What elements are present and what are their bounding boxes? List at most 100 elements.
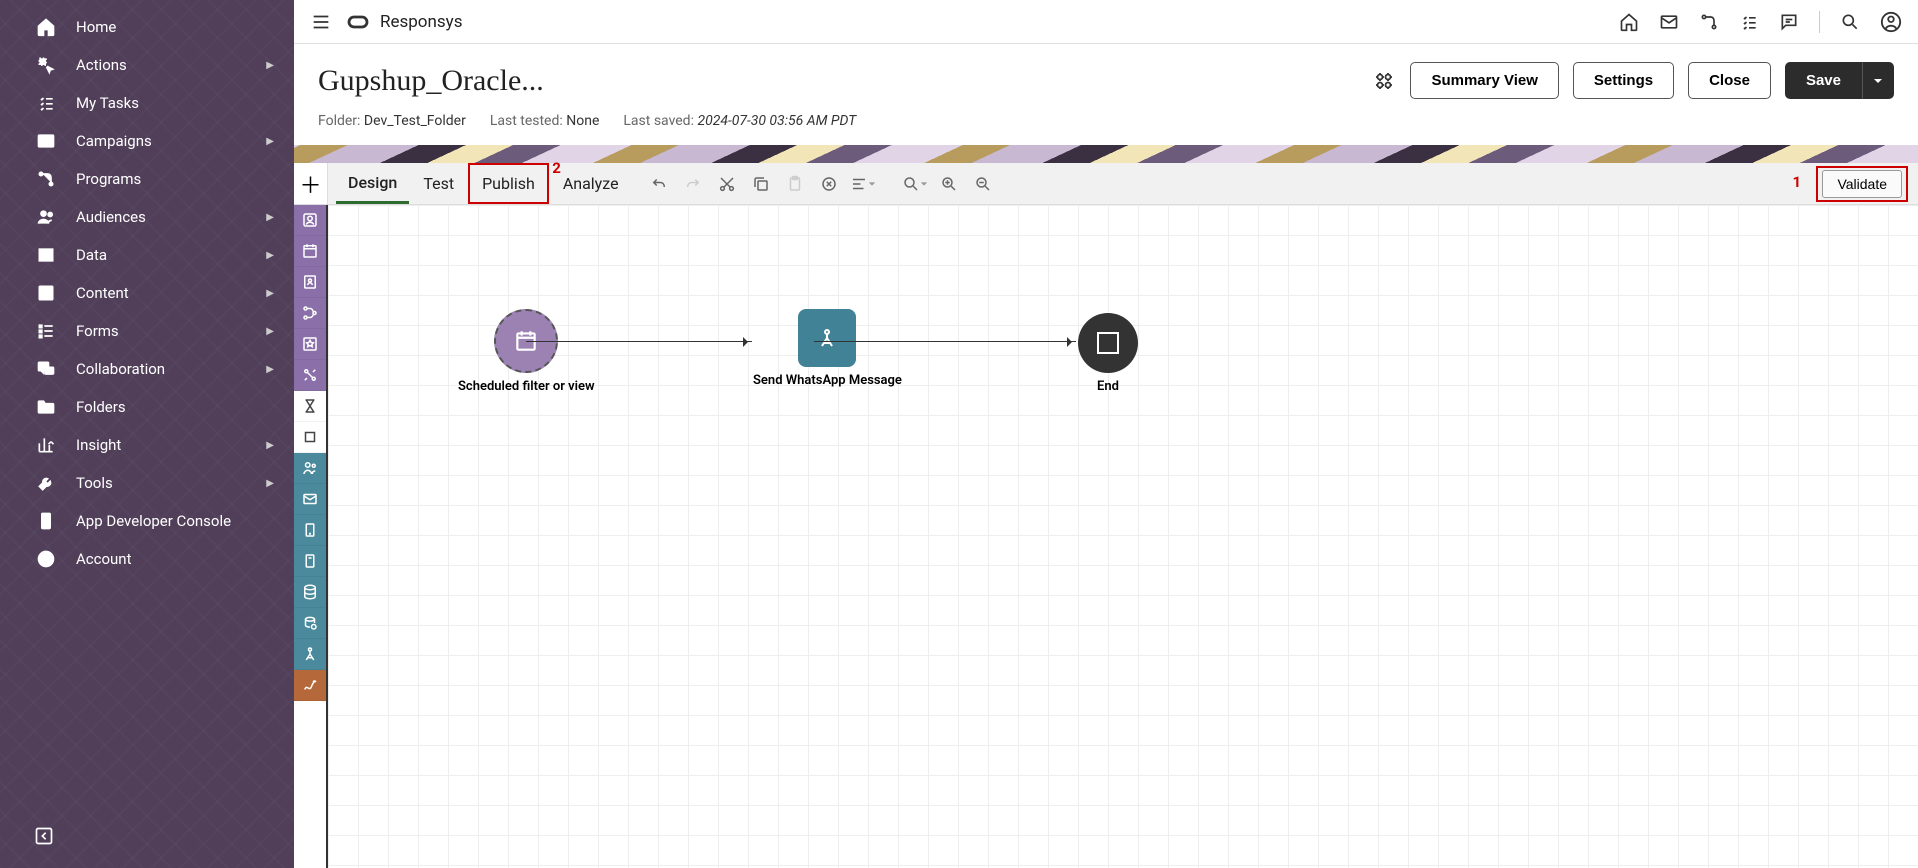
folder-label: Folder: (318, 113, 360, 129)
node-scheduled-filter[interactable]: Scheduled filter or view (458, 309, 595, 395)
meta-row: Folder: Dev_Test_Folder Last tested: Non… (294, 113, 1918, 145)
forms-icon (32, 321, 60, 341)
palette-connect-icon[interactable] (294, 360, 326, 391)
validate-button[interactable]: Validate (1822, 170, 1902, 198)
palette-timer-icon[interactable] (294, 391, 326, 422)
sidebar-item-home[interactable]: Home (0, 8, 294, 46)
save-dropdown-button[interactable] (1862, 62, 1894, 99)
tab-design[interactable]: Design (336, 163, 409, 204)
design-canvas[interactable]: Scheduled filter or view Send WhatsApp M… (328, 205, 1918, 868)
palette-schedule-icon[interactable] (294, 236, 326, 267)
palette-person-icon[interactable] (294, 267, 326, 298)
palette-database-icon[interactable] (294, 577, 326, 608)
cut-icon[interactable] (713, 170, 741, 198)
comment-icon[interactable] (1779, 12, 1799, 32)
chevron-right-icon: ▶ (266, 136, 274, 147)
edge-2 (814, 341, 1076, 342)
sidebar-item-console[interactable]: App Developer Console (0, 502, 294, 540)
sidebar-item-folders[interactable]: Folders (0, 388, 294, 426)
mail-icon[interactable] (1659, 12, 1679, 32)
node-send-whatsapp[interactable]: Send WhatsApp Message (753, 309, 902, 389)
topbar: Responsys (294, 0, 1918, 44)
sidebar-item-account[interactable]: Account (0, 540, 294, 578)
folder-value: Dev_Test_Folder (364, 113, 466, 129)
delete-icon[interactable] (815, 170, 843, 198)
align-icon[interactable] (849, 170, 877, 198)
palette-audience-icon[interactable] (294, 205, 326, 236)
settings-button[interactable]: Settings (1573, 62, 1674, 99)
palette-device2-icon[interactable] (294, 546, 326, 577)
sidebar-item-label: Insight (76, 436, 121, 454)
folders-icon (32, 397, 60, 417)
sidebar-item-label: Actions (76, 56, 127, 74)
redo-icon[interactable] (679, 170, 707, 198)
sidebar-item-label: App Developer Console (76, 512, 231, 530)
settings-gear-icon[interactable] (1372, 69, 1396, 93)
flow-icon[interactable] (1699, 12, 1719, 32)
sidebar-item-label: Folders (76, 398, 126, 416)
palette-branch-icon[interactable] (294, 298, 326, 329)
user-icon[interactable] (1880, 11, 1902, 33)
node-end[interactable]: End (1078, 313, 1138, 395)
copy-icon[interactable] (747, 170, 775, 198)
sidebar-item-insight[interactable]: Insight ▶ (0, 426, 294, 464)
zoom-dropdown-icon[interactable] (901, 170, 929, 198)
close-button[interactable]: Close (1688, 62, 1771, 99)
chevron-right-icon: ▶ (266, 288, 274, 299)
sidebar-item-campaigns[interactable]: Campaigns ▶ (0, 122, 294, 160)
palette-end-icon[interactable] (294, 422, 326, 453)
search-icon[interactable] (1840, 12, 1860, 32)
palette-email-icon[interactable] (294, 484, 326, 515)
home-icon[interactable] (1619, 12, 1639, 32)
oracle-logo-icon (346, 10, 370, 34)
last-tested-label: Last tested: (490, 113, 563, 129)
sidebar-collapse-button[interactable] (32, 824, 56, 848)
campaigns-icon (32, 131, 60, 151)
summary-view-button[interactable]: Summary View (1410, 62, 1558, 99)
main-content: Responsys Gupshup_Oracle... Summ (294, 0, 1918, 868)
data-icon (32, 245, 60, 265)
chevron-right-icon: ▶ (266, 60, 274, 71)
checklist-icon[interactable] (1739, 12, 1759, 32)
tools-icon (32, 473, 60, 493)
sidebar-item-tools[interactable]: Tools ▶ (0, 464, 294, 502)
sidebar-item-data[interactable]: Data ▶ (0, 236, 294, 274)
separator (1819, 11, 1820, 33)
edge-1 (526, 341, 752, 342)
sidebar-item-actions[interactable]: Actions ▶ (0, 46, 294, 84)
component-palette (294, 205, 328, 868)
palette-device1-icon[interactable] (294, 515, 326, 546)
tab-test[interactable]: Test (411, 163, 466, 204)
last-tested-value: None (566, 113, 599, 129)
chevron-right-icon: ▶ (266, 212, 274, 223)
content-icon (32, 283, 60, 303)
sidebar: Home Actions ▶ My Tasks Campaigns ▶ Prog… (0, 0, 294, 868)
palette-star-icon[interactable] (294, 329, 326, 360)
menu-icon[interactable] (310, 11, 332, 33)
undo-icon[interactable] (645, 170, 673, 198)
validate-highlight-box: Validate (1816, 166, 1908, 202)
node-start-label: Scheduled filter or view (458, 379, 595, 395)
sidebar-item-collab[interactable]: Collaboration ▶ (0, 350, 294, 388)
sidebar-item-programs[interactable]: Programs (0, 160, 294, 198)
add-button[interactable]: ＋ (294, 163, 328, 204)
save-button[interactable]: Save (1785, 62, 1862, 99)
palette-people-icon[interactable] (294, 453, 326, 484)
sidebar-item-content[interactable]: Content ▶ (0, 274, 294, 312)
sidebar-item-tasks[interactable]: My Tasks (0, 84, 294, 122)
audiences-icon (32, 207, 60, 227)
brand: Responsys (346, 10, 463, 34)
tab-publish[interactable]: Publish2 (468, 163, 549, 204)
tab-analyze[interactable]: Analyze (551, 163, 631, 204)
paste-icon[interactable] (781, 170, 809, 198)
zoom-in-icon[interactable] (935, 170, 963, 198)
sidebar-item-forms[interactable]: Forms ▶ (0, 312, 294, 350)
programs-icon (32, 169, 60, 189)
palette-path-icon[interactable] (294, 670, 326, 701)
zoom-out-icon[interactable] (969, 170, 997, 198)
node-end-label: End (1078, 379, 1138, 395)
chevron-right-icon: ▶ (266, 364, 274, 375)
sidebar-item-audiences[interactable]: Audiences ▶ (0, 198, 294, 236)
palette-compass-icon[interactable] (294, 639, 326, 670)
palette-db-settings-icon[interactable] (294, 608, 326, 639)
